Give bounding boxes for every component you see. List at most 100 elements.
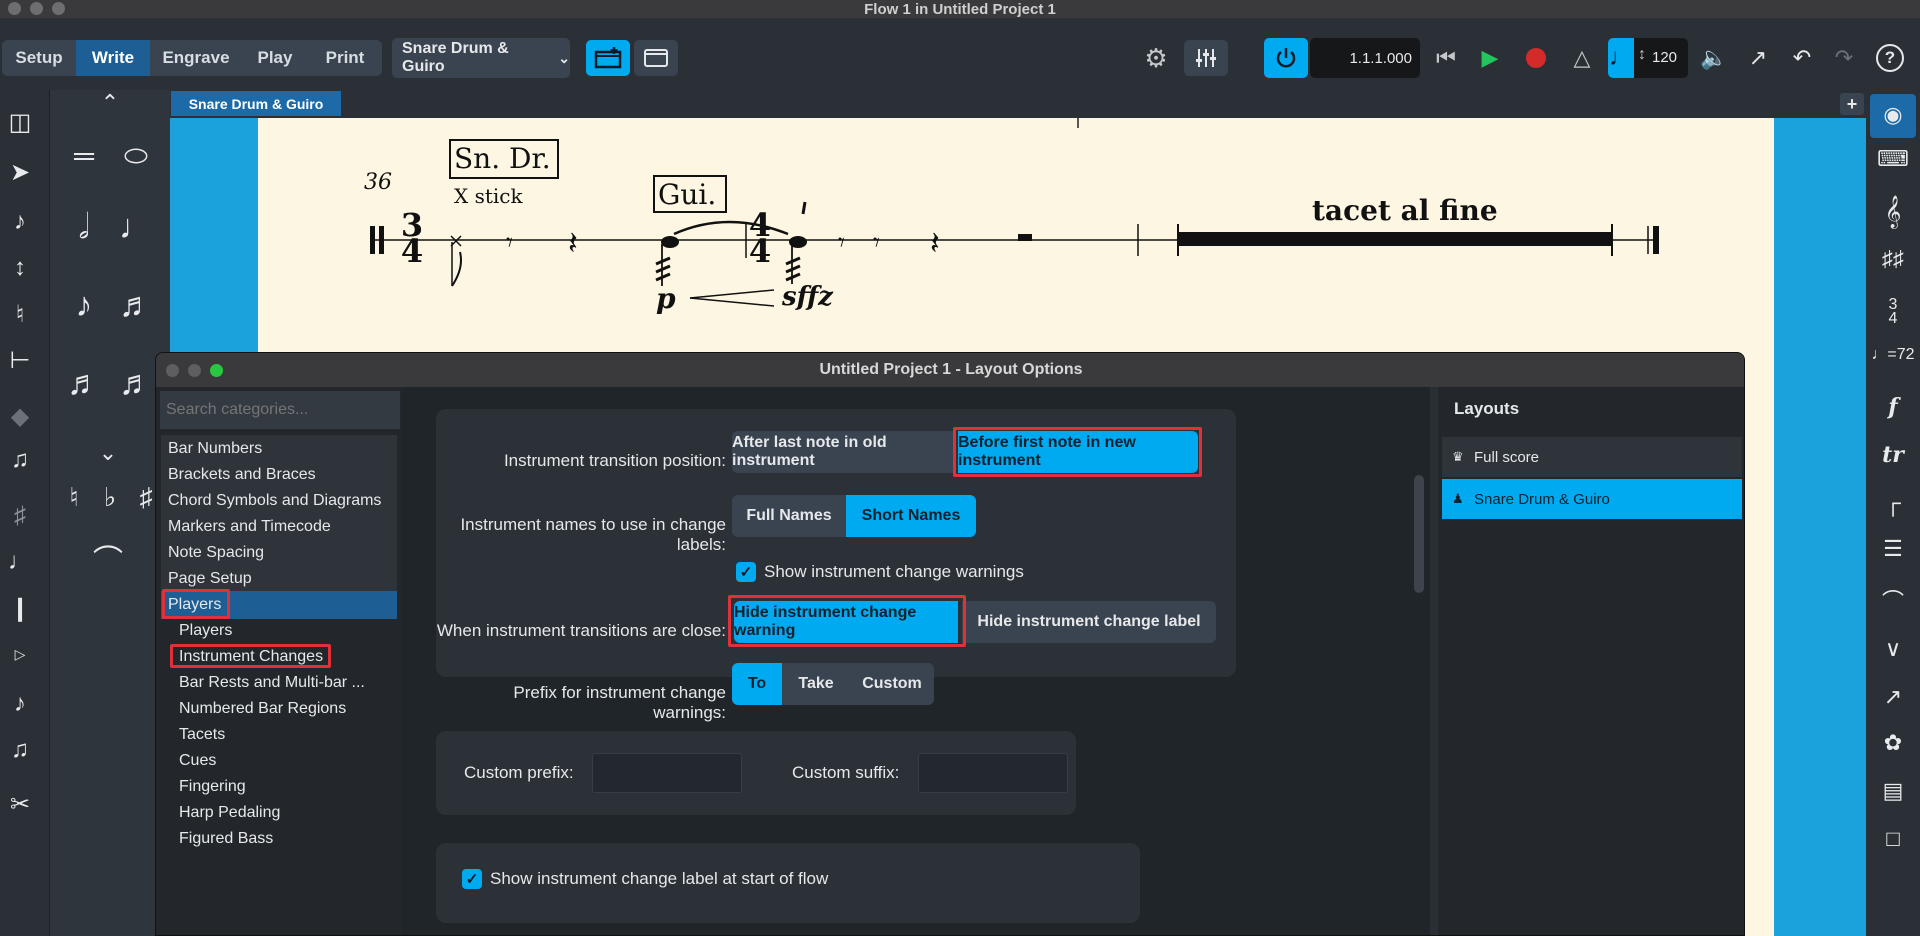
slur-icon[interactable]: ⌒: [88, 536, 128, 580]
mode-write-tab[interactable]: Write: [76, 40, 150, 76]
category-item[interactable]: Markers and Timecode: [161, 513, 397, 541]
category-item[interactable]: Fingering: [161, 773, 397, 801]
tempo-display[interactable]: ♩ ↕ 120: [1608, 38, 1688, 78]
category-item[interactable]: Instrument Changes: [161, 643, 397, 671]
content-scrollbar[interactable]: [1414, 475, 1424, 593]
keyboard-icon[interactable]: ⌨: [1866, 146, 1920, 172]
transport-position-display[interactable]: 1.1.1.000: [1310, 38, 1420, 78]
hide-change-warning-button[interactable]: Hide instrument change warning: [734, 601, 958, 643]
dialog-zoom-button[interactable]: [210, 364, 223, 377]
volume-button[interactable]: 🔈: [1696, 40, 1732, 76]
toggle-left-panel-icon[interactable]: ◫: [0, 108, 40, 137]
export-button[interactable]: ↗: [1740, 40, 1776, 76]
category-item[interactable]: Bar Numbers: [161, 435, 397, 463]
help-button[interactable]: ?: [1872, 40, 1908, 76]
transition-before-first-note-button[interactable]: Before first note in new instrument: [958, 431, 1198, 473]
rewind-to-start-button[interactable]: ⏮: [1428, 40, 1464, 76]
show-label-start-checkbox[interactable]: ✓: [462, 869, 482, 889]
transition-after-last-note-button[interactable]: After last note in old instrument: [732, 431, 956, 473]
category-item[interactable]: Cues: [161, 747, 397, 775]
category-item[interactable]: Harp Pedaling: [161, 799, 397, 827]
new-window-button[interactable]: [634, 40, 678, 76]
sixteenth-note-icon[interactable]: ♬: [116, 286, 156, 325]
insert-mode-icon[interactable]: ↕: [0, 254, 40, 282]
redo-button[interactable]: ↷: [1826, 40, 1862, 76]
category-item[interactable]: Numbered Bar Regions: [161, 695, 397, 723]
category-item[interactable]: Brackets and Braces: [161, 461, 397, 489]
thirty-second-note-icon[interactable]: ♬: [64, 364, 104, 403]
short-names-button[interactable]: Short Names: [846, 495, 976, 537]
note-input-icon[interactable]: ♪: [0, 208, 40, 236]
rest-tool-icon[interactable]: ❙: [0, 594, 40, 623]
accidentals-tool-icon[interactable]: ♯: [0, 502, 40, 530]
hide-change-label-button[interactable]: Hide instrument change label: [962, 601, 1216, 643]
holds-pauses-icon[interactable]: ∨: [1866, 636, 1920, 662]
new-tab-button[interactable]: [586, 40, 630, 76]
dialog-close-button[interactable]: [166, 364, 179, 377]
select-tool-icon[interactable]: ➤: [0, 158, 40, 187]
scroll-up-chevron-icon[interactable]: ⌃: [90, 90, 130, 116]
full-names-button[interactable]: Full Names: [732, 495, 846, 537]
key-signature-icon[interactable]: ♯♯: [1866, 246, 1920, 272]
layout-selector-dropdown[interactable]: Snare Drum & Guiro ⌄: [392, 38, 570, 78]
prefix-to-button[interactable]: To: [732, 663, 782, 705]
repeat-endings-icon[interactable]: ┌: [1866, 490, 1920, 516]
lines-icon[interactable]: ↗: [1866, 684, 1920, 710]
tempo-icon[interactable]: ♩=72: [1866, 346, 1920, 364]
score-tab[interactable]: Snare Drum & Guiro: [171, 91, 341, 116]
close-window-button[interactable]: [8, 2, 21, 15]
category-search-input[interactable]: [160, 391, 400, 429]
custom-suffix-input[interactable]: [918, 753, 1068, 793]
record-button[interactable]: [1518, 40, 1554, 76]
show-warnings-checkbox[interactable]: ✓: [736, 562, 756, 582]
zoom-window-button[interactable]: [52, 2, 65, 15]
sixty-fourth-note-icon[interactable]: ♬: [116, 364, 156, 403]
force-duration-icon[interactable]: ⊢: [0, 346, 40, 375]
activate-audio-button[interactable]: [1264, 38, 1308, 78]
category-item[interactable]: Figured Bass: [161, 825, 397, 853]
mode-print-tab[interactable]: Print: [308, 40, 382, 76]
mode-setup-tab[interactable]: Setup: [2, 40, 76, 76]
palette-icon[interactable]: ◉: [1870, 94, 1916, 138]
undo-button[interactable]: ↶: [1784, 40, 1820, 76]
flat-icon[interactable]: ♭: [90, 482, 130, 513]
eighth-note-icon[interactable]: ♪: [64, 286, 104, 325]
custom-prefix-input[interactable]: [592, 753, 742, 793]
bars-icon[interactable]: ☰: [1866, 536, 1920, 562]
prefix-take-button[interactable]: Take: [782, 663, 850, 705]
ornaments-icon[interactable]: tr: [1866, 442, 1920, 468]
category-item[interactable]: Note Spacing: [161, 539, 397, 567]
dynamics-icon[interactable]: f: [1866, 394, 1920, 420]
category-item[interactable]: Bar Rests and Multi-bar ...: [161, 669, 397, 697]
play-button[interactable]: ▶: [1472, 40, 1508, 76]
add-tab-button[interactable]: +: [1840, 93, 1864, 115]
clapperboard-icon[interactable]: ▤: [1866, 778, 1920, 804]
tuplet-tool-icon[interactable]: ▷: [0, 646, 40, 663]
grace-note-icon[interactable]: ♫: [0, 446, 40, 474]
scroll-down-chevron-icon[interactable]: ⌄: [88, 440, 128, 466]
time-signature-icon[interactable]: 34: [1866, 294, 1920, 327]
dotted-note-icon[interactable]: ♩: [0, 548, 40, 576]
natural-icon[interactable]: ♮: [54, 482, 94, 513]
harp-pedal-icon[interactable]: ✿: [1866, 730, 1920, 756]
category-item[interactable]: Players: [161, 617, 397, 645]
clef-icon[interactable]: 𝄞: [1866, 196, 1920, 229]
lock-duration-icon[interactable]: ◆: [0, 402, 40, 431]
minimize-window-button[interactable]: [30, 2, 43, 15]
category-item[interactable]: Players: [161, 591, 397, 619]
layout-item-full-score[interactable]: ♛ Full score: [1442, 437, 1742, 477]
slash-note-icon[interactable]: ♪: [0, 690, 40, 718]
quarter-note-icon[interactable]: ♩: [116, 208, 156, 247]
scissors-icon[interactable]: ✂: [0, 790, 40, 819]
mixer-button[interactable]: [1184, 40, 1228, 76]
cues-tool-icon[interactable]: ♫: [0, 736, 40, 764]
category-item[interactable]: Chord Symbols and Diagrams: [161, 487, 397, 515]
layout-item-snare-drum-guiro[interactable]: ♟ Snare Drum & Guiro: [1442, 479, 1742, 519]
metronome-button[interactable]: △: [1564, 40, 1600, 76]
fermata-icon[interactable]: ⌒: [1866, 584, 1920, 616]
double-whole-note-icon[interactable]: ═: [64, 140, 104, 172]
category-item[interactable]: Page Setup: [161, 565, 397, 593]
prefix-custom-button[interactable]: Custom: [850, 663, 934, 705]
mode-engrave-tab[interactable]: Engrave: [150, 40, 242, 76]
half-note-icon[interactable]: 𝅗𝅥: [64, 208, 104, 247]
